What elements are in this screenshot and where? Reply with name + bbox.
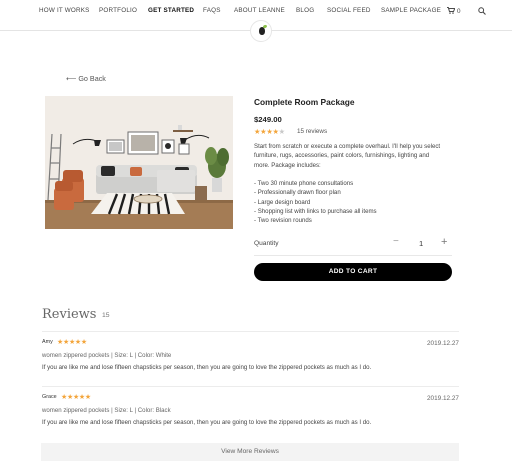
product-title: Complete Room Package [254, 97, 355, 107]
quantity-decrease-button[interactable]: − [393, 236, 399, 247]
nav-sample-package[interactable]: SAMPLE PACKAGE [381, 7, 441, 14]
review-meta: women zippered pockets | Size: L | Color… [42, 352, 171, 359]
description-line: - Two revision rounds [254, 217, 312, 225]
product-rating-stars: ★★★★★ [254, 127, 285, 136]
star-empty-icon: ★ [278, 127, 285, 136]
review-text: If you are like me and lose fifteen chap… [42, 364, 372, 371]
reviews-count: 15 [102, 312, 110, 319]
go-back-label: Go Back [78, 74, 106, 83]
review-stars: ★★★★★ [57, 339, 87, 346]
description-line: more. Package includes: [254, 161, 321, 169]
nav-social-feed[interactable]: SOCIAL FEED [327, 7, 371, 14]
review-size: Size: L [114, 407, 133, 414]
view-more-reviews-button[interactable]: View More Reviews [41, 443, 459, 461]
review-date: 2019.12.27 [427, 340, 459, 347]
nav-about-leanne[interactable]: ABOUT LEANNE [234, 7, 285, 14]
product-image [45, 96, 233, 229]
review-item: Grace ★★★★★ 2019.12.27 women zippered po… [42, 394, 459, 436]
review-product: women zippered pockets [42, 352, 110, 359]
review-color: Color: Black [137, 407, 171, 414]
product-price: $249.00 [254, 115, 282, 124]
nav-how-it-works[interactable]: HOW IT WORKS [39, 7, 90, 14]
product-review-count[interactable]: 15 reviews [297, 128, 327, 135]
room-illustration [45, 96, 233, 229]
go-back-link[interactable]: ⟵ Go Back [66, 74, 106, 83]
review-divider [42, 386, 459, 387]
nav-get-started[interactable]: GET STARTED [148, 7, 194, 14]
arrow-left-icon: ⟵ [66, 74, 77, 83]
description-line: - Two 30 minute phone consultations [254, 180, 354, 188]
review-item: Amy ★★★★★ 2019.12.27 women zippered pock… [42, 339, 459, 381]
review-size: Size: L [114, 352, 133, 359]
quantity-label: Quantity [254, 240, 279, 247]
reviews-heading: Reviews [42, 307, 97, 322]
add-to-cart-button[interactable]: ADD TO CART [254, 263, 452, 281]
reviews-divider [42, 331, 459, 332]
cart-icon [447, 7, 456, 14]
description-line: - Professionally drawn floor plan [254, 189, 341, 197]
review-author: Amy [42, 339, 53, 345]
search-icon[interactable] [478, 7, 486, 15]
review-date: 2019.12.27 [427, 395, 459, 402]
description-line: furniture, rugs, accessories, paint colo… [254, 152, 430, 160]
review-text: If you are like me and lose fifteen chap… [42, 419, 372, 426]
quantity-divider [254, 255, 452, 256]
quantity-increase-button[interactable]: + [441, 236, 447, 248]
review-author: Grace [42, 394, 57, 400]
review-stars: ★★★★★ [61, 394, 91, 401]
nav-faqs[interactable]: FAQS [203, 7, 221, 14]
site-logo[interactable] [250, 20, 272, 42]
description-line: Start from scratch or execute a complete… [254, 143, 441, 150]
review-product: women zippered pockets [42, 407, 110, 414]
product-description: Start from scratch or execute a complete… [254, 142, 454, 226]
cart-count: 0 [456, 8, 461, 15]
quantity-value[interactable]: 1 [419, 239, 423, 248]
cart-link[interactable]: 0 [447, 7, 461, 15]
nav-portfolio[interactable]: PORTFOLIO [99, 7, 137, 14]
review-meta: women zippered pockets | Size: L | Color… [42, 407, 171, 414]
description-line: - Large design board [254, 198, 311, 206]
review-color: Color: White [137, 352, 172, 359]
nav-blog[interactable]: BLOG [296, 7, 314, 14]
description-line: - Shopping list with links to purchase a… [254, 208, 377, 216]
